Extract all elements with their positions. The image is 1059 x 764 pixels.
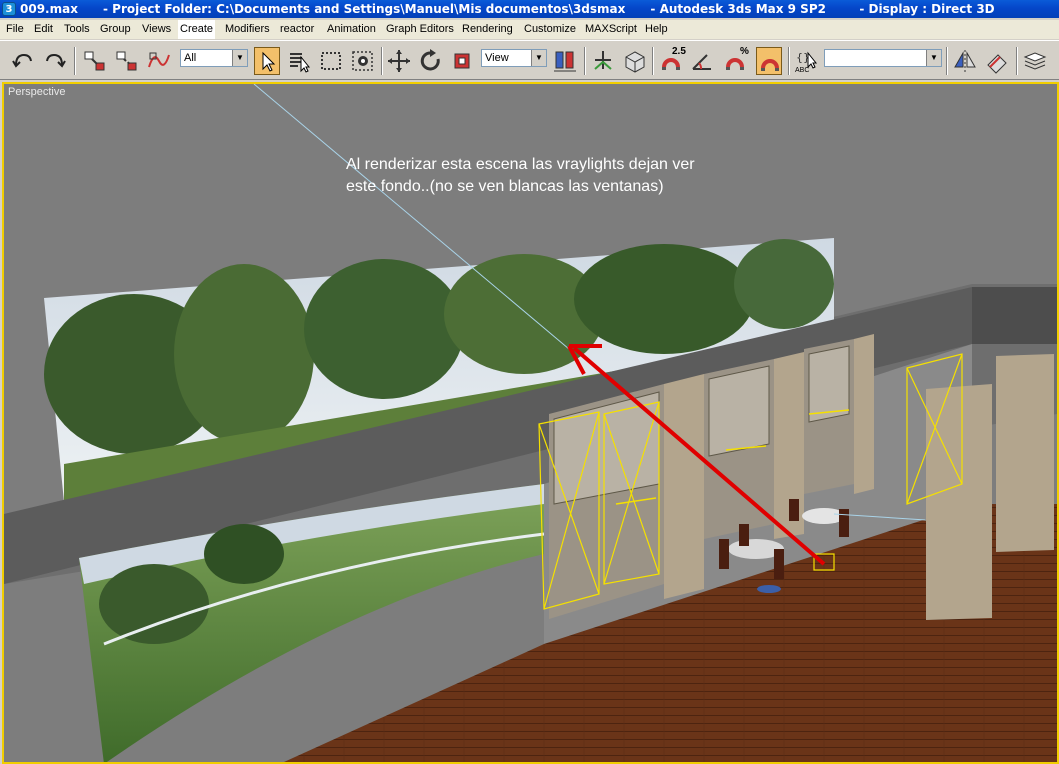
menu-item-animation[interactable]: Animation [325,20,378,39]
menu-item-graph-editors[interactable]: Graph Editors [384,20,456,39]
menu-item-customize[interactable]: Customize [522,20,578,39]
menu-item-help[interactable]: Help [643,20,670,39]
perspective-viewport[interactable]: Perspective Al renderizar esta escena la… [2,82,1059,764]
viewport-label[interactable]: Perspective [8,86,65,98]
selection-filter-value: All [184,52,197,64]
snap-value-label: 2.5 [672,46,686,57]
redo-icon[interactable] [42,47,68,75]
menu-bar: File Edit Tools Group Views Create Modifiers re… [0,20,1059,39]
select-and-link-icon[interactable] [82,47,108,75]
menu-item-maxscript[interactable]: MAXScript [583,20,639,39]
select-and-manipulate-icon[interactable] [590,47,616,75]
toolbar-separator [788,47,790,75]
percent-snap-label: % [740,46,749,57]
bind-space-warp-icon[interactable] [146,47,172,75]
rectangular-region-icon[interactable] [318,47,344,75]
reference-coordinate-value: View [485,52,509,64]
select-object-icon[interactable] [254,47,280,75]
toolbar-separator [1016,47,1018,75]
align-icon[interactable] [984,47,1010,75]
chevron-down-icon: ▼ [232,50,247,66]
selection-filter-dropdown[interactable]: All ▼ [180,49,248,67]
toolbar-separator [584,47,586,75]
3ds-max-icon[interactable]: 3 [2,2,16,16]
unlink-icon[interactable] [114,47,140,75]
chevron-down-icon: ▼ [926,50,941,66]
menu-item-tools[interactable]: Tools [62,20,92,39]
toolbar-separator [946,47,948,75]
menu-item-group[interactable]: Group [98,20,133,39]
menu-item-edit[interactable]: Edit [32,20,55,39]
menu-item-file[interactable]: File [4,20,26,39]
window-title: 009.max - Project Folder: C:\Documents a… [20,2,995,16]
toolbar-separator [381,47,383,75]
undo-icon[interactable] [10,47,36,75]
select-by-name-icon[interactable] [286,47,312,75]
select-and-scale-icon[interactable] [450,47,476,75]
menu-item-rendering[interactable]: Rendering [460,20,515,39]
menu-item-views[interactable]: Views [140,20,173,39]
toolbar-separator [74,47,76,75]
menu-item-reactor[interactable]: reactor [278,20,316,39]
title-bar: 3 009.max - Project Folder: C:\Documents… [0,0,1059,18]
named-selection-sets-dropdown[interactable]: ▼ [824,49,942,67]
select-and-rotate-icon[interactable] [418,47,444,75]
menu-item-modifiers[interactable]: Modifiers [223,20,272,39]
mirror-icon[interactable] [952,47,978,75]
use-pivot-center-icon[interactable] [552,47,578,75]
keyboard-shortcut-override-icon[interactable] [622,47,648,75]
angle-snap-icon[interactable] [690,47,716,75]
layer-manager-icon[interactable] [1022,47,1048,75]
select-and-move-icon[interactable] [386,47,412,75]
main-toolbar: All ▼ View ▼ 2.5 % {} ABC ▼ [0,40,1059,80]
spinner-snap-icon[interactable] [756,47,782,75]
reference-coordinate-dropdown[interactable]: View ▼ [481,49,547,67]
menu-item-create[interactable]: Create [178,20,216,39]
chevron-down-icon: ▼ [531,50,546,66]
edit-named-label: ABC [795,67,810,74]
window-crossing-icon[interactable] [350,47,376,75]
toolbar-separator [652,47,654,75]
annotation-text: Al renderizar esta escena las vraylights… [346,156,695,195]
